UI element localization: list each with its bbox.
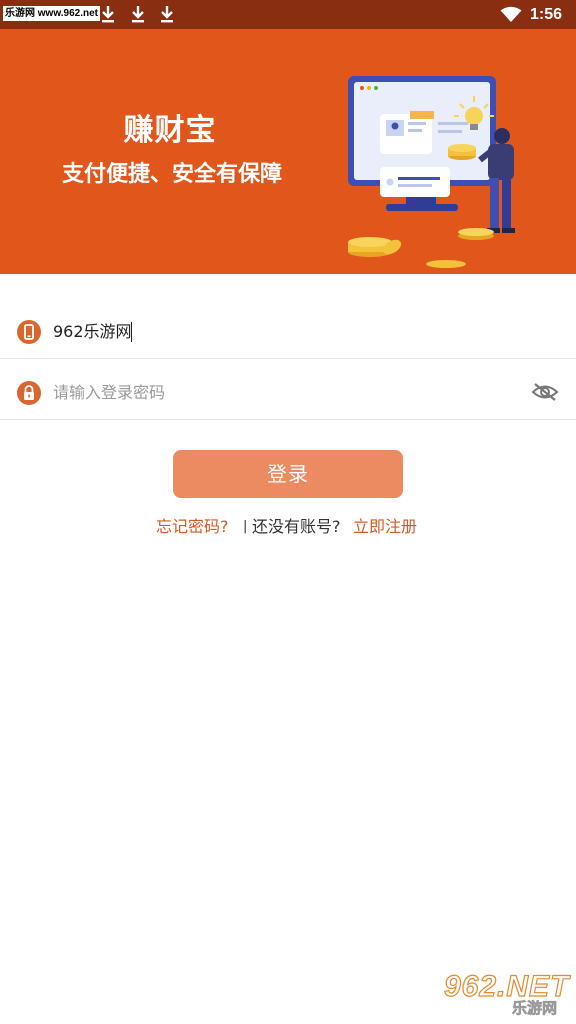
password-input[interactable] — [53, 379, 513, 407]
watermark-sub: 乐游网 — [512, 999, 558, 1018]
forgot-password-link[interactable]: 忘记密码? — [156, 515, 229, 539]
account-links: 忘记密码? | 还没有账号? 立即注册 — [0, 515, 576, 539]
lock-icon — [17, 381, 41, 405]
eye-hidden-icon[interactable] — [531, 381, 559, 403]
status-bar: 乐游网 www.962.net 1:56 — [0, 0, 576, 29]
banner-illustration — [348, 76, 515, 268]
password-field-row — [0, 359, 576, 420]
promo-banner: 赚财宝 支付便捷、安全有保障 — [0, 29, 576, 274]
download-icon — [132, 6, 144, 23]
site-watermark: 962.NET 乐游网 — [436, 969, 572, 1020]
link-separator: | — [243, 519, 248, 534]
clock: 1:56 — [530, 6, 563, 23]
no-account-text: 还没有账号? — [252, 517, 341, 536]
watermark-label: 乐游网 www.962.net — [3, 6, 100, 21]
download-icon — [102, 6, 114, 23]
login-button[interactable]: 登录 — [173, 450, 403, 498]
banner-title: 赚财宝 — [123, 113, 217, 148]
banner-subtitle: 支付便捷、安全有保障 — [61, 162, 282, 187]
wifi-icon — [500, 6, 522, 22]
text-cursor — [131, 322, 132, 342]
phone-field-row — [0, 298, 576, 359]
register-link[interactable]: 立即注册 — [353, 515, 417, 539]
phone-input[interactable] — [53, 318, 513, 346]
phone-icon — [17, 320, 41, 344]
download-icon — [161, 6, 173, 23]
